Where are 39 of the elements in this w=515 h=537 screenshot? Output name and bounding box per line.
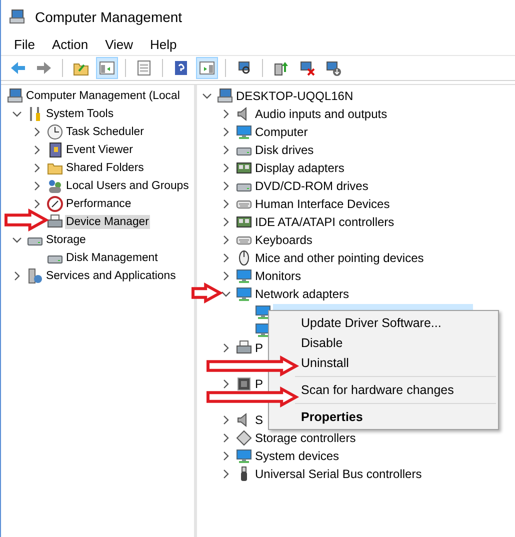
tree-item[interactable]: Task Scheduler — [65, 125, 145, 139]
tree-item[interactable]: Storage controllers — [254, 430, 357, 446]
tree-item[interactable]: Shared Folders — [65, 161, 145, 175]
tree-item[interactable]: System Tools — [45, 107, 115, 121]
tree-item[interactable]: Keyboards — [254, 232, 314, 248]
tree-item[interactable]: Monitors — [254, 268, 302, 284]
menu-item[interactable]: File — [6, 34, 43, 54]
window-title: Computer Management — [35, 8, 182, 24]
tree-item[interactable]: Universal Serial Bus controllers — [254, 466, 423, 482]
tree-item[interactable]: P — [254, 340, 264, 356]
context-menu-item[interactable]: Uninstall — [301, 353, 349, 373]
tree-item[interactable]: DESKTOP-UQQL16N — [235, 88, 354, 104]
tree-item[interactable]: Disk drives — [254, 142, 315, 158]
tree-item[interactable]: Device Manager — [65, 215, 150, 229]
tree-item[interactable]: Services and Applications — [45, 269, 177, 283]
tree-item[interactable]: Disk Management — [65, 251, 159, 265]
menu-item[interactable]: Help — [142, 34, 185, 54]
tree-item[interactable]: Network adapters — [254, 286, 350, 302]
tree-item[interactable]: Human Interface Devices — [254, 196, 391, 212]
tree-item[interactable]: Audio inputs and outputs — [254, 106, 388, 122]
tree-item[interactable]: Computer Management (Local — [25, 89, 181, 103]
tree-item[interactable]: Mice and other pointing devices — [254, 250, 425, 266]
context-menu-item[interactable]: Update Driver Software... — [301, 313, 442, 333]
menu-item[interactable]: Action — [44, 34, 96, 54]
tree-item[interactable]: Display adapters — [254, 160, 346, 176]
tree-item[interactable]: IDE ATA/ATAPI controllers — [254, 214, 396, 230]
tree-item[interactable]: Performance — [65, 197, 132, 211]
tree-item[interactable]: P — [254, 376, 264, 392]
tree-item[interactable]: System devices — [254, 448, 340, 464]
tree-item[interactable]: Computer — [254, 124, 309, 140]
tree-item[interactable]: Local Users and Groups — [65, 179, 190, 193]
menu-item[interactable]: View — [97, 34, 142, 54]
context-menu-item[interactable]: Scan for hardware changes — [301, 380, 454, 400]
tree-item[interactable]: DVD/CD-ROM drives — [254, 178, 370, 194]
tree-item[interactable]: S — [254, 412, 264, 428]
tree-item[interactable]: Storage — [45, 233, 87, 247]
tree-item[interactable]: Event Viewer — [65, 143, 134, 157]
context-menu-item[interactable]: Disable — [301, 333, 343, 353]
context-menu-item[interactable]: Properties — [301, 407, 363, 427]
